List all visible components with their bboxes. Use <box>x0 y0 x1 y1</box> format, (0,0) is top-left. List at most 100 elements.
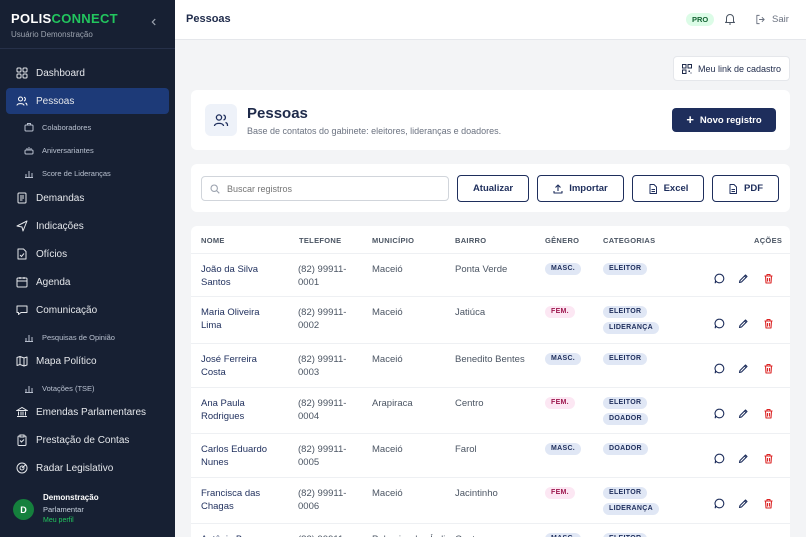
edit-button[interactable] <box>738 451 749 464</box>
profile-link[interactable]: Meu perfil <box>43 517 74 524</box>
column-header-gender[interactable]: GÊNERO <box>545 236 579 245</box>
edit-button[interactable] <box>738 406 749 419</box>
message-button[interactable] <box>714 271 725 284</box>
person-name-link[interactable]: Antônio Bezerra <box>201 533 269 537</box>
chat-icon <box>16 304 28 316</box>
category-badge: ELEITOR <box>603 306 648 318</box>
briefcase-icon <box>24 122 34 132</box>
collapse-sidebar-button[interactable] <box>148 16 160 30</box>
delete-button[interactable] <box>763 361 774 374</box>
message-button[interactable] <box>714 361 725 374</box>
users-icon <box>205 104 237 136</box>
sidebar-item-label: Agenda <box>36 276 71 288</box>
category-badge: LIDERANÇA <box>603 322 659 334</box>
page-title: Pessoas <box>186 13 231 25</box>
sidebar-item-pesquisas[interactable]: Pesquisas de Opinião <box>24 329 115 345</box>
sidebar-item-dashboard[interactable]: Dashboard <box>6 60 169 86</box>
sidebar-item-pessoas[interactable]: Pessoas <box>6 88 169 114</box>
edit-button[interactable] <box>738 496 749 509</box>
column-header-categories[interactable]: CATEGORIAS <box>603 236 655 245</box>
person-name-link[interactable]: João da Silva Santos <box>201 263 258 289</box>
message-button[interactable] <box>714 451 725 464</box>
topbar: Pessoas PRO Sair <box>175 0 806 40</box>
table-row[interactable]: Ana Paula Rodrigues (82) 99911- 0004 Arapira… <box>191 387 790 433</box>
phone-cell: (82) 99911- 0005 <box>298 444 347 468</box>
person-name-link[interactable]: Ana Paula Rodrigues <box>201 397 245 423</box>
chat-icon <box>714 363 725 374</box>
sidebar-item-label: Comunicação <box>36 304 98 316</box>
brand[interactable]: POLISCONNECT Usuário Demonstração <box>11 11 118 39</box>
edit-button[interactable] <box>738 316 749 329</box>
pencil-icon <box>738 454 748 464</box>
bar-chart-icon <box>24 332 34 342</box>
excel-export-button[interactable]: Excel <box>632 175 704 202</box>
search-input[interactable] <box>227 183 427 194</box>
person-name-link[interactable]: José Ferreira Costa <box>201 353 257 379</box>
registration-link-button[interactable]: Meu link de cadastro <box>673 56 790 81</box>
table-row[interactable]: José Ferreira Costa (82) 99911- 0003 Maceió B… <box>191 343 790 387</box>
phone-cell: (82) 99911- <box>298 533 346 537</box>
sidebar-item-mapa-politico[interactable]: Mapa Político <box>6 348 169 374</box>
column-header-district[interactable]: BAIRRO <box>455 236 486 245</box>
delete-button[interactable] <box>763 451 774 464</box>
delete-button[interactable] <box>763 406 774 419</box>
person-name-link[interactable]: Maria Oliveira Lima <box>201 306 260 332</box>
qr-code-icon <box>682 63 692 74</box>
column-header-phone[interactable]: TELEFONE <box>299 236 341 245</box>
sidebar-item-emendas[interactable]: Emendas Parlamentares <box>6 399 169 425</box>
person-name-link[interactable]: Carlos Eduardo Nunes <box>201 443 267 469</box>
person-name-link[interactable]: Francisca das Chagas <box>201 487 260 513</box>
table-row[interactable]: Maria Oliveira Lima (82) 99911- 0002 Maceió J… <box>191 296 790 343</box>
sidebar-item-demandas[interactable]: Demandas <box>6 185 169 211</box>
sidebar-item-votacoes[interactable]: Votações (TSE) <box>24 380 95 396</box>
sidebar-item-comunicacao[interactable]: Comunicação <box>6 297 169 323</box>
sidebar-item-prestacao-contas[interactable]: Prestação de Contas <box>6 427 169 453</box>
sidebar-item-agenda[interactable]: Agenda <box>6 269 169 295</box>
message-button[interactable] <box>714 316 725 329</box>
phone-cell: (82) 99911- 0004 <box>298 398 347 422</box>
message-button[interactable] <box>714 496 725 509</box>
sidebar-item-radar-legislativo[interactable]: Radar Legislativo <box>6 455 169 481</box>
table-row[interactable]: João da Silva Santos (82) 99911- 0001 Maceió… <box>191 253 790 296</box>
edit-button[interactable] <box>738 271 749 284</box>
message-button[interactable] <box>714 406 725 419</box>
gender-badge: MASC. <box>545 533 582 537</box>
sidebar-item-oficios[interactable]: Ofícios <box>6 241 169 267</box>
edit-button[interactable] <box>738 361 749 374</box>
sidebar-item-score-liderancas[interactable]: Score de Lideranças <box>24 165 111 181</box>
category-badge: DOADOR <box>603 413 648 425</box>
delete-button[interactable] <box>763 271 774 284</box>
logout-button[interactable]: Sair <box>755 12 789 26</box>
refresh-button[interactable]: Atualizar <box>457 175 529 202</box>
delete-button[interactable] <box>763 316 774 329</box>
phone-cell: (82) 99911- 0001 <box>298 264 347 288</box>
new-record-button[interactable]: + Novo registro <box>672 108 776 132</box>
phone-cell: (82) 99911- 0002 <box>298 307 347 331</box>
user-profile[interactable]: D Demonstração Parlamentar Meu perfil <box>13 492 173 528</box>
district-cell: Benedito Bentes <box>455 354 525 365</box>
pdf-export-button[interactable]: PDF <box>712 175 779 202</box>
city-cell: Arapiraca <box>372 398 413 409</box>
import-button[interactable]: Importar <box>537 175 624 202</box>
search-box[interactable] <box>201 176 449 201</box>
chat-icon <box>714 453 725 464</box>
section-title: Pessoas <box>247 105 308 122</box>
city-cell: Maceió <box>372 264 403 275</box>
table-row[interactable]: Carlos Eduardo Nunes (82) 99911- 0005 Maceió… <box>191 433 790 477</box>
sidebar-item-colaboradores[interactable]: Colaboradores <box>24 119 91 135</box>
sidebar-item-label: Aniversariantes <box>42 145 94 155</box>
sidebar-item-indicacoes[interactable]: Indicações <box>6 213 169 239</box>
table-row[interactable]: Antônio Bezerra (82) 99911- Palmeira dos Í… <box>191 523 790 537</box>
delete-button[interactable] <box>763 496 774 509</box>
gender-badge: MASC. <box>545 443 582 455</box>
column-header-city[interactable]: MUNICÍPIO <box>372 236 414 245</box>
bar-chart-icon <box>24 383 34 393</box>
column-header-name[interactable]: NOME <box>201 236 225 245</box>
table-row[interactable]: Francisca das Chagas (82) 99911- 0006 Maceió… <box>191 477 790 523</box>
bar-chart-icon <box>24 168 34 178</box>
pencil-icon <box>738 319 748 329</box>
notifications-button[interactable] <box>724 12 736 25</box>
sidebar-item-aniversariantes[interactable]: Aniversariantes <box>24 142 94 158</box>
calendar-icon <box>16 276 28 288</box>
trash-icon <box>764 273 773 284</box>
